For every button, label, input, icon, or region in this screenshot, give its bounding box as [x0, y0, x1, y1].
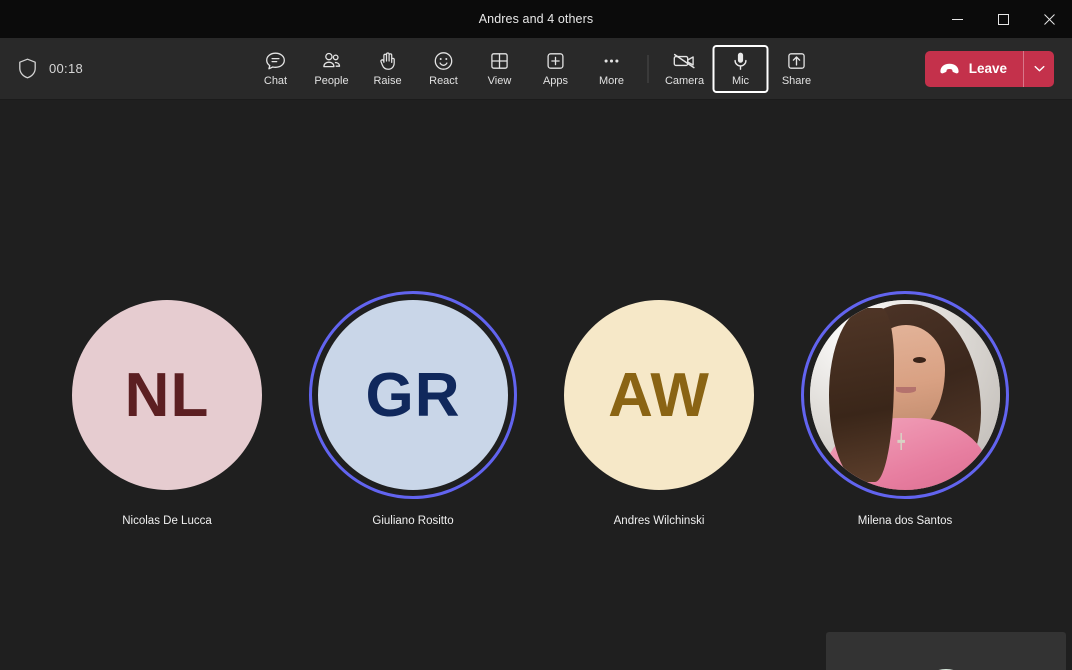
apps-label: Apps	[542, 75, 569, 87]
people-label: People	[314, 75, 349, 87]
mic-label: Mic	[731, 75, 750, 87]
avatar-photo	[810, 300, 1000, 490]
avatar-wrap	[796, 286, 1014, 504]
leave-button[interactable]: Leave	[925, 51, 1023, 87]
avatar-initials: AW	[608, 360, 710, 430]
more-icon	[601, 50, 623, 72]
camera-button[interactable]: Camera	[657, 45, 713, 93]
chat-button[interactable]: Chat	[248, 45, 304, 93]
teams-meeting-window: Andres and 4 others 00:18 Chat People Ra…	[0, 0, 1072, 670]
leave-button-group: Leave	[924, 50, 1054, 87]
apps-icon	[545, 50, 567, 72]
react-icon	[433, 50, 455, 72]
apps-button[interactable]: Apps	[528, 45, 584, 93]
share-icon	[786, 50, 808, 72]
hangup-icon	[940, 63, 959, 73]
react-label: React	[429, 75, 458, 87]
minimize-icon	[951, 18, 963, 20]
meeting-stage: NL Nicolas De Lucca GR Giuliano Rositto	[0, 100, 1072, 670]
toolbar-left-group: 00:18	[10, 58, 83, 79]
close-icon	[1043, 13, 1055, 25]
meeting-toolbar: 00:18 Chat People Raise React View Apps …	[0, 38, 1072, 100]
mic-button[interactable]: Mic	[712, 44, 769, 93]
camera-label: Camera	[664, 75, 705, 87]
call-timer: 00:18	[49, 61, 84, 76]
leave-label: Leave	[968, 61, 1007, 76]
participant-name: Andres Wilchinski	[613, 515, 705, 527]
title-bar: Andres and 4 others	[0, 0, 1072, 38]
raise-hand-label: Raise	[373, 75, 402, 87]
minimize-button[interactable]	[934, 0, 980, 38]
maximize-button[interactable]	[980, 0, 1026, 38]
share-label: Share	[781, 75, 812, 87]
avatar: AW	[564, 300, 754, 490]
avatar-initials: GR	[365, 360, 461, 430]
photo-eye-right	[912, 357, 926, 364]
self-view-tile[interactable]: AF	[826, 632, 1066, 670]
share-button[interactable]: Share	[769, 45, 825, 93]
people-icon	[321, 50, 343, 72]
participant-tile[interactable]: NL Nicolas De Lucca	[58, 286, 276, 527]
shield-icon[interactable]	[18, 58, 37, 79]
avatar-wrap: NL	[58, 286, 276, 504]
chat-icon	[265, 50, 287, 72]
window-title: Andres and 4 others	[478, 12, 594, 26]
view-label: View	[487, 75, 512, 87]
avatar-wrap: GR	[304, 286, 522, 504]
more-button[interactable]: More	[584, 45, 640, 93]
leave-options-button[interactable]	[1023, 50, 1054, 87]
avatar-wrap: AW	[550, 286, 768, 504]
camera-off-icon	[673, 50, 697, 72]
close-button[interactable]	[1026, 0, 1072, 38]
participant-name: Giuliano Rositto	[372, 515, 454, 527]
more-label: More	[598, 75, 625, 87]
toolbar-center-group: Chat People Raise React View Apps More C…	[248, 38, 825, 99]
window-controls	[934, 0, 1072, 38]
toolbar-divider	[647, 54, 649, 83]
people-button[interactable]: People	[304, 45, 360, 93]
participant-name: Nicolas De Lucca	[122, 515, 212, 527]
react-button[interactable]: React	[416, 45, 472, 93]
participant-tile[interactable]: Milena dos Santos	[796, 286, 1014, 527]
maximize-icon	[997, 13, 1009, 25]
chevron-down-icon	[1034, 65, 1044, 72]
participant-grid: NL Nicolas De Lucca GR Giuliano Rositto	[0, 286, 1072, 527]
participant-tile[interactable]: AW Andres Wilchinski	[550, 286, 768, 527]
view-icon	[489, 50, 511, 72]
chat-label: Chat	[263, 75, 288, 87]
raise-hand-button[interactable]: Raise	[360, 45, 416, 93]
participant-tile[interactable]: GR Giuliano Rositto	[304, 286, 522, 527]
toolbar-right-group: Leave	[924, 50, 1062, 87]
participant-name: Milena dos Santos	[857, 515, 953, 527]
raise-hand-icon	[377, 50, 399, 72]
avatar: NL	[72, 300, 262, 490]
avatar-initials: NL	[124, 360, 210, 430]
view-button[interactable]: View	[472, 45, 528, 93]
mic-icon	[730, 50, 752, 72]
avatar: GR	[318, 300, 508, 490]
